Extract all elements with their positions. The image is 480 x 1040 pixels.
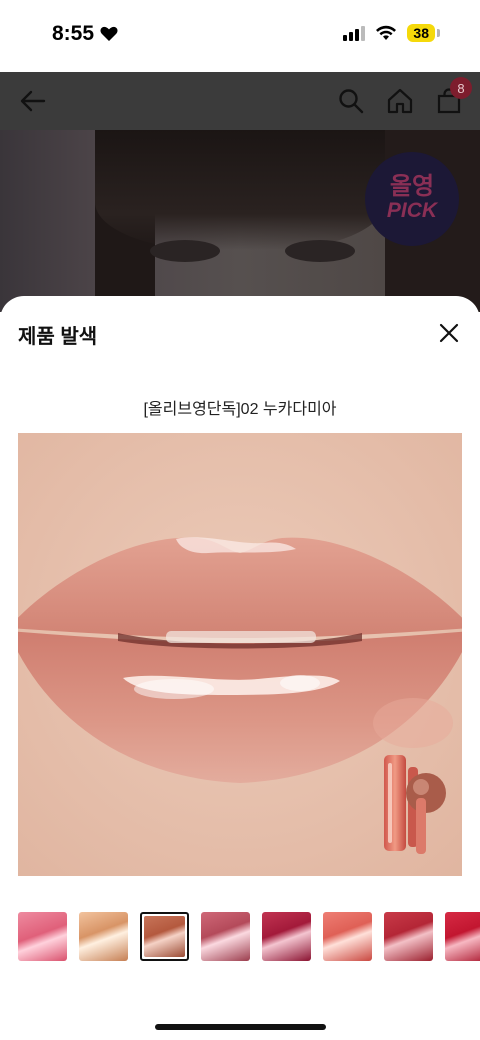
home-icon <box>387 88 413 114</box>
home-button[interactable] <box>385 86 415 116</box>
badge-line-2: PICK <box>386 199 438 223</box>
swatch-thumbnail <box>18 912 67 961</box>
swatch-thumbnail <box>79 912 128 961</box>
swatch-option[interactable] <box>262 912 311 961</box>
model-photo: 올영 PICK <box>0 130 480 312</box>
oliveyoung-pick-badge: 올영 PICK <box>365 152 459 246</box>
swatch-thumbnail <box>144 916 185 957</box>
lip-photo <box>18 433 462 876</box>
swatch-option[interactable] <box>384 912 433 961</box>
color-swatch-sheet: 제품 발색 [올리브영단독]02 누카다미아 <box>0 296 480 1040</box>
back-button[interactable] <box>18 86 48 116</box>
home-indicator[interactable] <box>155 1024 326 1030</box>
photo-bangs <box>95 130 385 250</box>
dimmed-product-page[interactable]: 8 올영 PICK <box>0 72 480 312</box>
battery-indicator: 38 <box>407 24 435 42</box>
top-nav-bar: 8 <box>0 72 480 130</box>
swatch-option[interactable] <box>323 912 372 961</box>
battery-tip <box>437 29 440 37</box>
swatch-thumbnail <box>201 912 250 961</box>
swatch-thumbnail <box>445 912 480 961</box>
swatch-option[interactable] <box>18 912 67 961</box>
sheet-title: 제품 발색 <box>18 326 98 348</box>
cart-button[interactable]: 8 <box>434 77 472 116</box>
status-bar: 8:55 38 <box>0 0 480 72</box>
cellular-signal-icon <box>343 25 366 41</box>
close-icon <box>439 323 459 343</box>
heart-icon <box>100 26 118 41</box>
photo-eye <box>285 240 355 262</box>
swatch-option-selected[interactable] <box>140 912 189 961</box>
status-icons: 38 <box>343 24 440 42</box>
swatch-option[interactable] <box>445 912 480 961</box>
lip-swatch-image <box>18 433 462 876</box>
swatch-selector <box>18 912 480 962</box>
swatch-option[interactable] <box>79 912 128 961</box>
back-arrow-icon <box>20 90 46 112</box>
photo-eye <box>150 240 220 262</box>
swatch-thumbnail <box>323 912 372 961</box>
close-button[interactable] <box>438 322 460 344</box>
status-time: 8:55 <box>52 22 118 46</box>
product-name: [올리브영단독]02 누카다미아 <box>143 401 337 418</box>
search-button[interactable] <box>336 86 366 116</box>
clock: 8:55 <box>52 22 95 45</box>
search-icon <box>339 89 364 114</box>
wifi-icon <box>376 25 397 40</box>
swatch-thumbnail <box>384 912 433 961</box>
cart-count-badge: 8 <box>450 77 472 99</box>
swatch-thumbnail <box>262 912 311 961</box>
swatch-option[interactable] <box>201 912 250 961</box>
badge-line-1: 올영 <box>389 173 435 201</box>
